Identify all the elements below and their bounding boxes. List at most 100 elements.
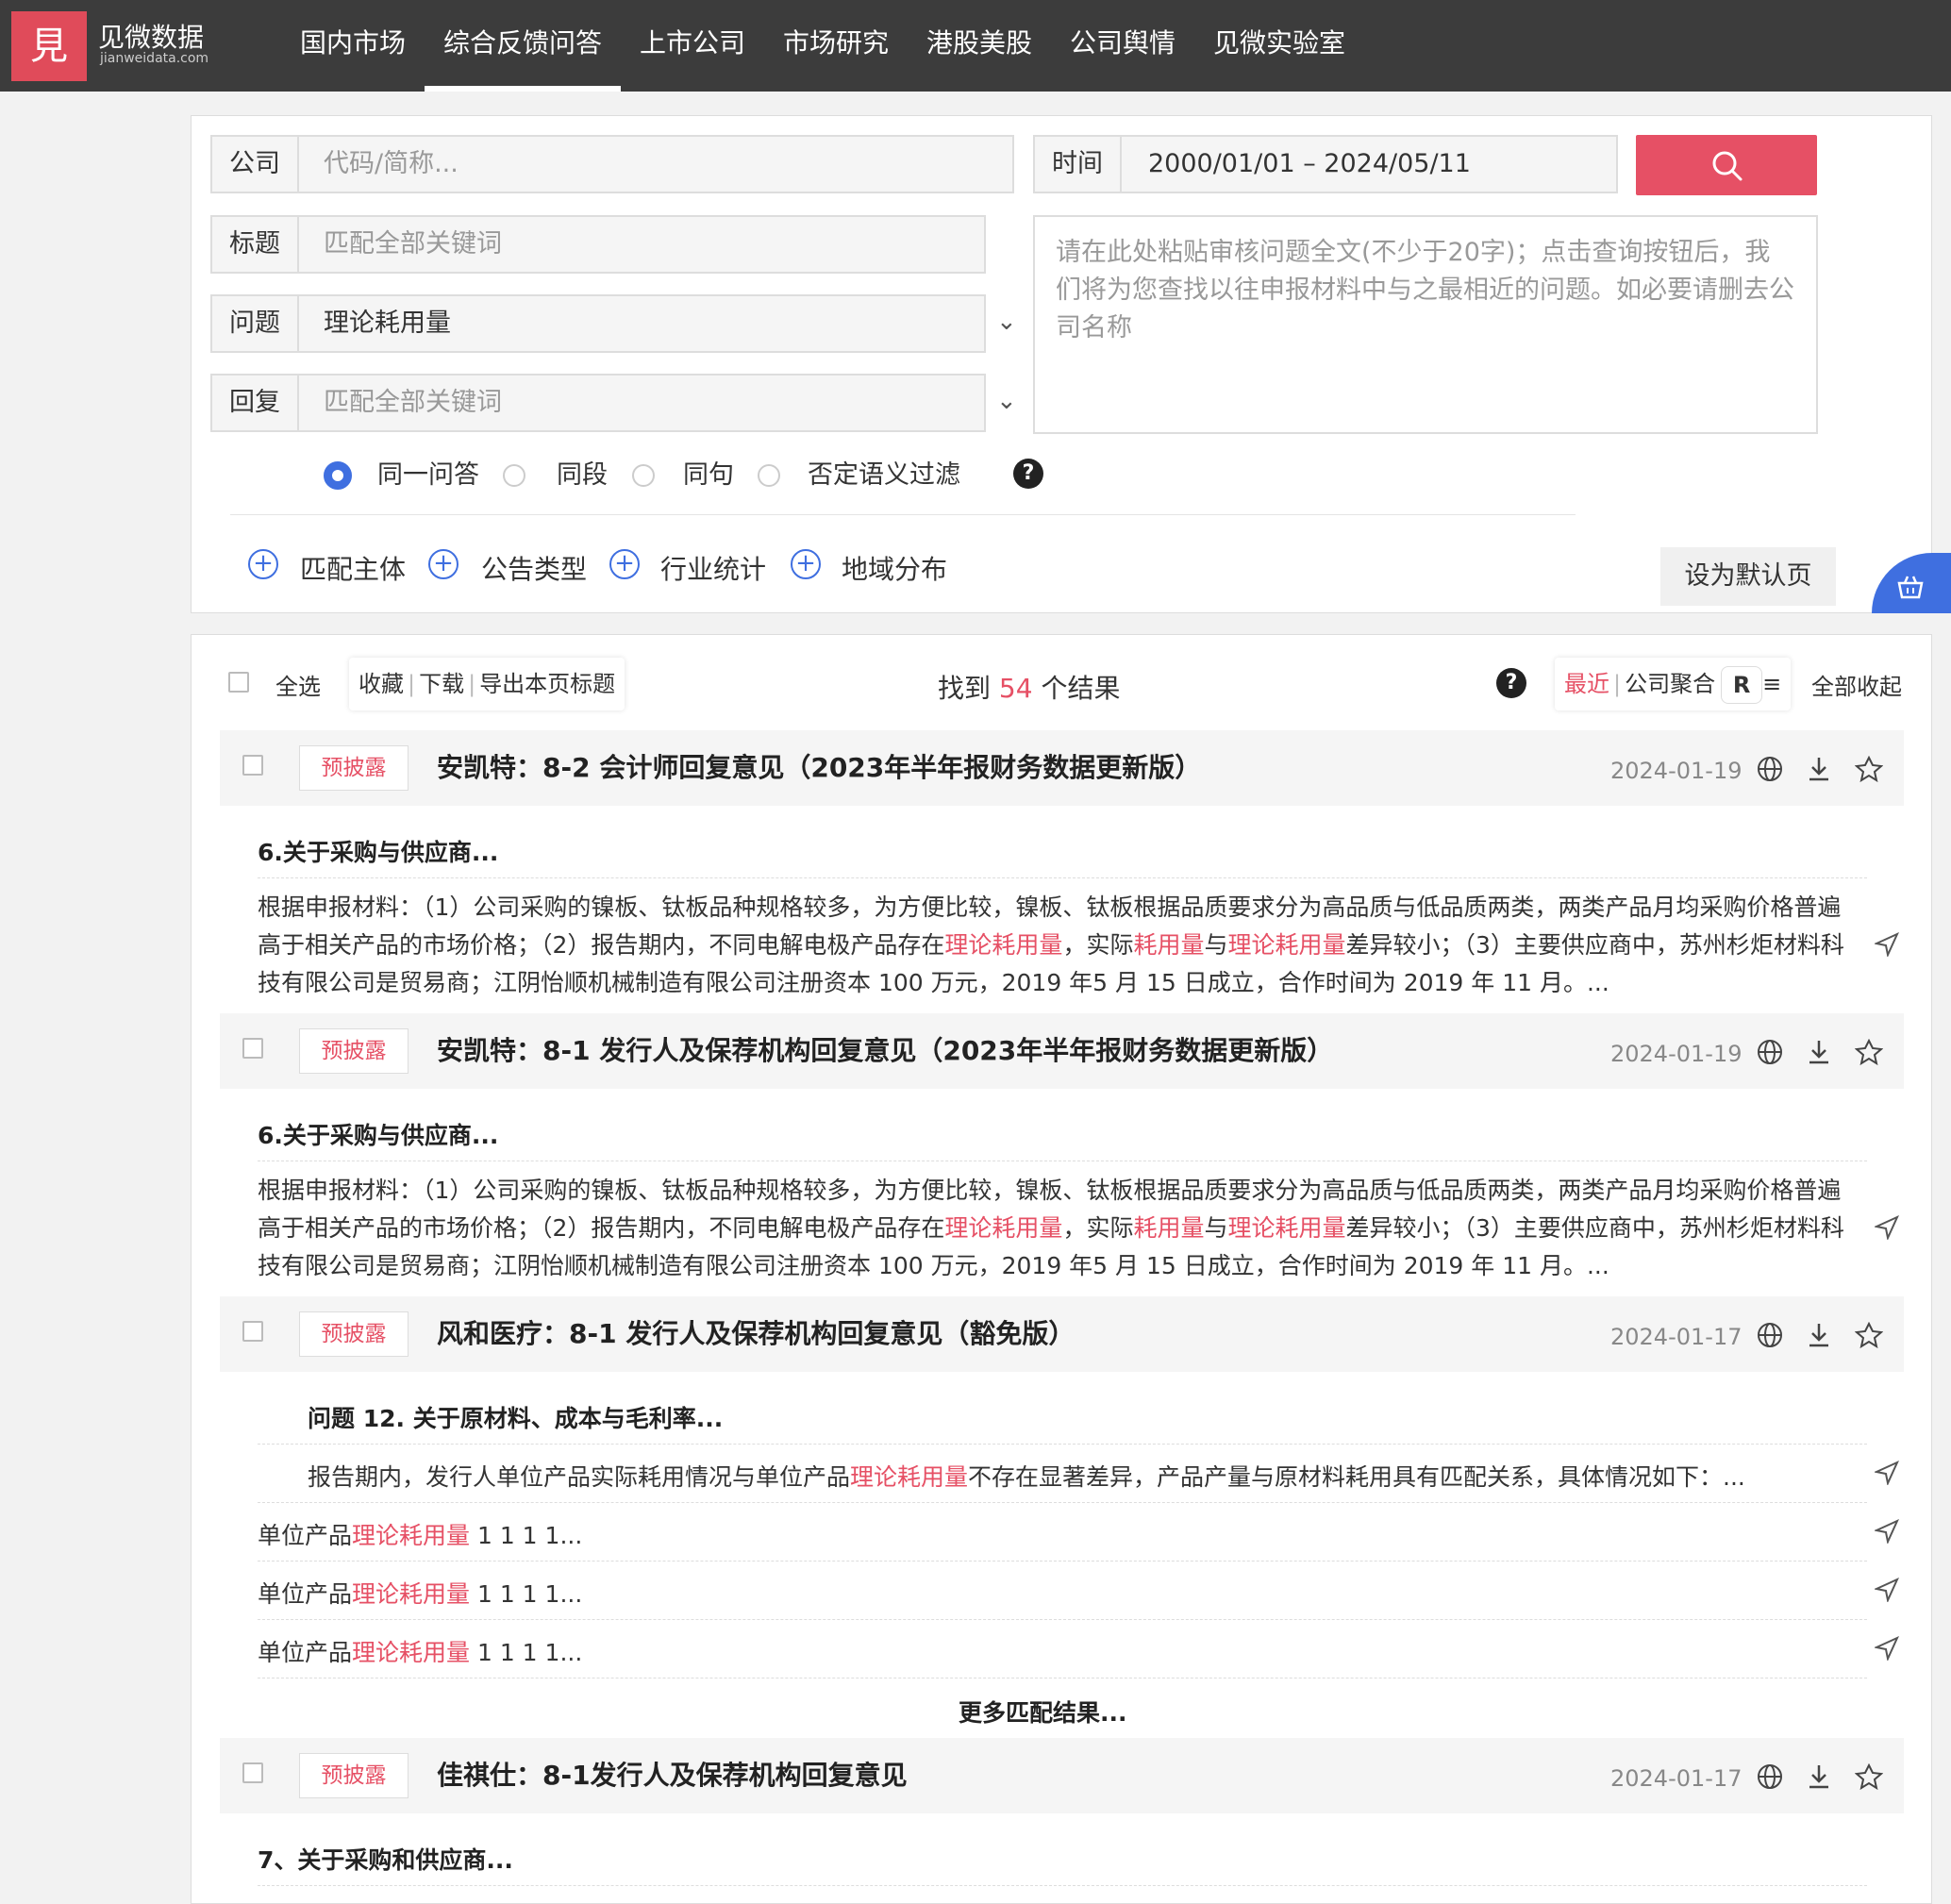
section-title[interactable]: 7、关于采购和供应商...: [258, 1842, 513, 1876]
logo-mark[interactable]: 見: [11, 11, 87, 81]
question-field[interactable]: 问题 理论耗用量: [210, 294, 986, 353]
result-title[interactable]: 安凯特：8-1 发行人及保荐机构回复意见（2023年半年报财务数据更新版）: [437, 1013, 1333, 1089]
plus-icon[interactable]: +: [248, 549, 278, 579]
sort-company[interactable]: 公司聚合: [1625, 671, 1715, 697]
download-button[interactable]: 下载: [419, 671, 464, 697]
radio-label-same-sentence[interactable]: 同句: [683, 460, 734, 491]
radio-negation-filter[interactable]: [758, 464, 780, 487]
nav-item-hk-us[interactable]: 港股美股: [926, 0, 1032, 92]
sort-more[interactable]: ≡: [1762, 671, 1781, 697]
result-header[interactable]: 预披露 安凯特：8-1 发行人及保荐机构回复意见（2023年半年报财务数据更新版…: [220, 1013, 1904, 1089]
company-field[interactable]: 公司 代码/简称...: [210, 135, 1014, 193]
star-icon[interactable]: [1855, 756, 1883, 782]
result-header[interactable]: 预披露 安凯特：8-2 会计师回复意见（2023年半年报财务数据更新版） 202…: [220, 730, 1904, 806]
filter-industry[interactable]: 行业统计: [660, 549, 766, 587]
question-fulltext-textarea[interactable]: 请在此处粘贴审核问题全文(不少于20字)；点击查询按钮后，我们将为您查找以往申报…: [1033, 215, 1818, 434]
result-title[interactable]: 风和医疗：8-1 发行人及保荐机构回复意见（豁免版）: [437, 1296, 1075, 1372]
search-button[interactable]: [1636, 135, 1817, 195]
radio-label-negation-filter[interactable]: 否定语义过滤: [808, 460, 960, 491]
send-icon[interactable]: [1875, 1636, 1899, 1661]
plus-icon[interactable]: +: [428, 549, 459, 579]
sort-badge[interactable]: R: [1721, 666, 1763, 704]
result-title[interactable]: 安凯特：8-2 会计师回复意见（2023年半年报财务数据更新版）: [437, 730, 1201, 806]
set-default-button[interactable]: 设为默认页: [1660, 547, 1836, 606]
collect-button[interactable]: 收藏: [359, 671, 404, 697]
title-input[interactable]: 匹配全部关键词: [324, 217, 502, 272]
send-icon[interactable]: [1875, 1461, 1899, 1485]
result-title[interactable]: 佳祺仕：8-1发行人及保荐机构回复意见: [437, 1738, 908, 1813]
question-label: 问题: [212, 296, 299, 351]
result-date: 2024-01-17: [1610, 1324, 1743, 1350]
radio-same-qa[interactable]: [324, 461, 352, 490]
dash-divider: [258, 1444, 1867, 1445]
download-icon[interactable]: [1807, 1322, 1831, 1348]
more-matches-link[interactable]: 更多匹配结果...: [959, 1695, 1127, 1729]
nav-item-research[interactable]: 市场研究: [783, 0, 889, 92]
status-badge: 预披露: [299, 1311, 409, 1357]
result-header[interactable]: 预披露 风和医疗：8-1 发行人及保荐机构回复意见（豁免版） 2024-01-1…: [220, 1296, 1904, 1372]
nav-item-listed[interactable]: 上市公司: [640, 0, 745, 92]
plus-icon[interactable]: +: [609, 549, 640, 579]
collapse-all-button[interactable]: 全部收起: [1811, 668, 1902, 701]
radio-label-same-qa[interactable]: 同一问答: [377, 460, 479, 491]
basket-icon: [1897, 576, 1924, 599]
section-title[interactable]: 6.关于采购与供应商...: [258, 1117, 498, 1151]
filter-subject[interactable]: 匹配主体: [300, 549, 406, 587]
nav-item-qa[interactable]: 综合反馈问答: [425, 0, 621, 92]
time-range-input[interactable]: 2000/01/01 – 2024/05/11: [1148, 137, 1471, 192]
result-checkbox[interactable]: [242, 1038, 263, 1059]
question-input[interactable]: 理论耗用量: [324, 296, 451, 351]
nav-item-lab[interactable]: 见微实验室: [1213, 0, 1345, 92]
send-icon[interactable]: [1875, 1215, 1899, 1240]
globe-icon[interactable]: [1757, 1763, 1783, 1790]
time-field[interactable]: 时间 2000/01/01 – 2024/05/11: [1033, 135, 1618, 193]
radio-same-paragraph[interactable]: [503, 464, 525, 487]
send-icon[interactable]: [1875, 932, 1899, 957]
dash-divider: [258, 1885, 1867, 1886]
title-label: 标题: [212, 217, 299, 272]
sort-recent[interactable]: 最近: [1564, 671, 1609, 697]
section-title[interactable]: 6.关于采购与供应商...: [258, 834, 498, 868]
star-icon[interactable]: [1855, 1763, 1883, 1790]
match-line: 单位产品理论耗用量 1 1 1 1...: [258, 1522, 583, 1549]
result-checkbox[interactable]: [242, 755, 263, 776]
reply-chevron-down-icon[interactable]: ⌄: [996, 387, 1017, 415]
scope-help-icon[interactable]: ?: [1013, 459, 1043, 489]
download-icon[interactable]: [1807, 756, 1831, 782]
send-icon[interactable]: [1875, 1578, 1899, 1602]
nav-item-domestic[interactable]: 国内市场: [300, 0, 406, 92]
globe-icon[interactable]: [1757, 1039, 1783, 1065]
globe-icon[interactable]: [1757, 1322, 1783, 1348]
question-chevron-down-icon[interactable]: ⌄: [996, 308, 1017, 336]
reply-input[interactable]: 匹配全部关键词: [324, 376, 502, 430]
title-field[interactable]: 标题 匹配全部关键词: [210, 215, 986, 274]
company-input[interactable]: 代码/简称...: [324, 137, 459, 192]
result-checkbox[interactable]: [242, 1321, 263, 1342]
nav-item-sentiment[interactable]: 公司舆情: [1070, 0, 1176, 92]
section-title[interactable]: 问题 12. 关于原材料、成本与毛利率...: [308, 1400, 723, 1434]
radio-label-same-paragraph[interactable]: 同段: [557, 460, 608, 491]
select-all-label[interactable]: 全选: [275, 668, 321, 701]
logo-name[interactable]: 见微数据: [98, 17, 204, 55]
select-all-checkbox[interactable]: [228, 672, 249, 693]
radio-same-sentence[interactable]: [632, 464, 655, 487]
star-icon[interactable]: [1855, 1039, 1883, 1065]
reply-field[interactable]: 回复 匹配全部关键词: [210, 374, 986, 432]
search-icon: [1712, 151, 1743, 181]
download-icon[interactable]: [1807, 1763, 1831, 1790]
send-icon[interactable]: [1875, 1519, 1899, 1544]
globe-icon[interactable]: [1757, 756, 1783, 782]
filter-announcement-type[interactable]: 公告类型: [481, 549, 587, 587]
star-icon[interactable]: [1855, 1322, 1883, 1348]
result-checkbox[interactable]: [242, 1762, 263, 1783]
results-help-icon[interactable]: ?: [1496, 668, 1526, 698]
filter-region[interactable]: 地域分布: [842, 549, 947, 587]
reply-label: 回复: [212, 376, 299, 430]
export-titles-button[interactable]: 导出本页标题: [479, 671, 615, 697]
company-label: 公司: [212, 137, 299, 192]
plus-icon[interactable]: +: [791, 549, 821, 579]
download-icon[interactable]: [1807, 1039, 1831, 1065]
result-snippet: 根据申报材料：（1）公司采购的镍板、钛板品种规格较多，为方便比较，镍板、钛板根据…: [258, 1177, 1844, 1279]
status-badge: 预披露: [299, 1028, 409, 1074]
result-header[interactable]: 预披露 佳祺仕：8-1发行人及保荐机构回复意见 2024-01-17: [220, 1738, 1904, 1813]
